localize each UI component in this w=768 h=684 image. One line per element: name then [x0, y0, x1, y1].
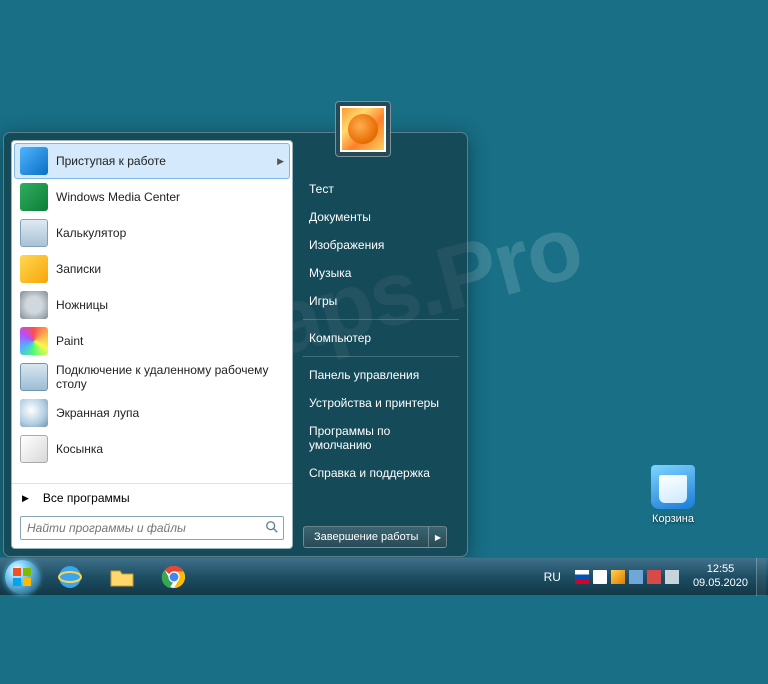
program-media-center[interactable]: Windows Media Center — [14, 179, 290, 215]
program-remote-desktop[interactable]: Подключение к удаленному рабочему столу — [14, 359, 290, 395]
right-item-devices-printers[interactable]: Устройства и принтеры — [303, 389, 459, 417]
program-paint[interactable]: Paint — [14, 323, 290, 359]
clock-date: 09.05.2020 — [693, 577, 748, 590]
tray-action-center-icon[interactable] — [593, 570, 607, 584]
user-avatar-icon — [340, 106, 386, 152]
windows-logo-icon — [5, 560, 39, 594]
program-label: Записки — [56, 262, 101, 276]
right-item-music[interactable]: Музыка — [303, 259, 459, 287]
sticky-notes-icon — [20, 255, 48, 283]
tray-volume-icon[interactable] — [665, 570, 679, 584]
tray-network-icon[interactable] — [647, 570, 661, 584]
language-indicator[interactable]: RU — [536, 570, 569, 584]
clock-time: 12:55 — [693, 563, 748, 576]
right-item-help[interactable]: Справка и поддержка — [303, 459, 459, 487]
separator — [303, 356, 459, 357]
program-magnifier[interactable]: Экранная лупа — [14, 395, 290, 431]
solitaire-icon — [20, 435, 48, 463]
right-item-documents[interactable]: Документы — [303, 203, 459, 231]
getting-started-icon — [20, 147, 48, 175]
magnifier-icon — [20, 399, 48, 427]
recycle-bin-icon — [651, 465, 695, 509]
program-label: Подключение к удаленному рабочему столу — [56, 363, 284, 391]
right-item-user[interactable]: Тест — [303, 175, 459, 203]
program-label: Косынка — [56, 442, 103, 456]
snipping-tool-icon — [20, 291, 48, 319]
all-programs-arrow-icon: ▶ — [22, 493, 29, 504]
right-item-control-panel[interactable]: Панель управления — [303, 361, 459, 389]
tray-security-icon[interactable] — [611, 570, 625, 584]
start-menu: Приступая к работе ▶ Windows Media Cente… — [3, 132, 468, 557]
tray-pc-icon[interactable] — [629, 570, 643, 584]
search-input[interactable] — [20, 516, 284, 540]
program-label: Экранная лупа — [56, 406, 139, 420]
all-programs-label: Все программы — [43, 491, 130, 505]
program-label: Windows Media Center — [56, 190, 180, 204]
program-calculator[interactable]: Калькулятор — [14, 215, 290, 251]
program-solitaire[interactable]: Косынка — [14, 431, 290, 467]
program-label: Ножницы — [56, 298, 108, 312]
recycle-bin-label: Корзина — [638, 513, 708, 525]
tray-flag-icon[interactable] — [575, 570, 589, 584]
program-snipping-tool[interactable]: Ножницы — [14, 287, 290, 323]
separator — [303, 319, 459, 320]
tray-icons — [569, 570, 685, 584]
submenu-arrow-icon: ▶ — [277, 156, 284, 167]
paint-icon — [20, 327, 48, 355]
search-box — [20, 516, 284, 540]
taskbar: RU 12:55 09.05.2020 — [0, 557, 768, 595]
start-menu-right-pane: Тест Документы Изображения Музыка Игры К… — [293, 133, 467, 556]
program-label: Калькулятор — [56, 226, 126, 240]
clock[interactable]: 12:55 09.05.2020 — [685, 563, 756, 589]
show-desktop-button[interactable] — [756, 558, 766, 596]
program-label: Приступая к работе — [56, 154, 166, 168]
program-label: Paint — [56, 334, 83, 348]
taskbar-explorer[interactable] — [97, 560, 147, 594]
right-item-default-programs[interactable]: Программы по умолчанию — [303, 417, 459, 459]
all-programs[interactable]: ▶ Все программы — [12, 483, 292, 512]
taskbar-chrome[interactable] — [149, 560, 199, 594]
program-sticky-notes[interactable]: Записки — [14, 251, 290, 287]
shutdown-options-button[interactable]: ▶ — [429, 526, 447, 548]
start-menu-left-pane: Приступая к работе ▶ Windows Media Cente… — [11, 140, 293, 549]
ie-icon — [57, 564, 83, 590]
right-item-computer[interactable]: Компьютер — [303, 324, 459, 352]
desktop-recycle-bin[interactable]: Корзина — [638, 465, 708, 525]
shutdown-group: Завершение работы ▶ — [303, 526, 459, 548]
taskbar-internet-explorer[interactable] — [45, 560, 95, 594]
system-tray: RU 12:55 09.05.2020 — [536, 558, 768, 595]
chrome-icon — [161, 564, 187, 590]
right-item-pictures[interactable]: Изображения — [303, 231, 459, 259]
right-item-games[interactable]: Игры — [303, 287, 459, 315]
calculator-icon — [20, 219, 48, 247]
program-list: Приступая к работе ▶ Windows Media Cente… — [12, 141, 292, 483]
media-center-icon — [20, 183, 48, 211]
shutdown-button[interactable]: Завершение работы — [303, 526, 429, 548]
start-button[interactable] — [0, 558, 44, 596]
user-avatar[interactable] — [335, 101, 391, 157]
program-getting-started[interactable]: Приступая к работе ▶ — [14, 143, 290, 179]
search-icon — [265, 520, 279, 534]
folder-icon — [109, 564, 135, 590]
remote-desktop-icon — [20, 363, 48, 391]
